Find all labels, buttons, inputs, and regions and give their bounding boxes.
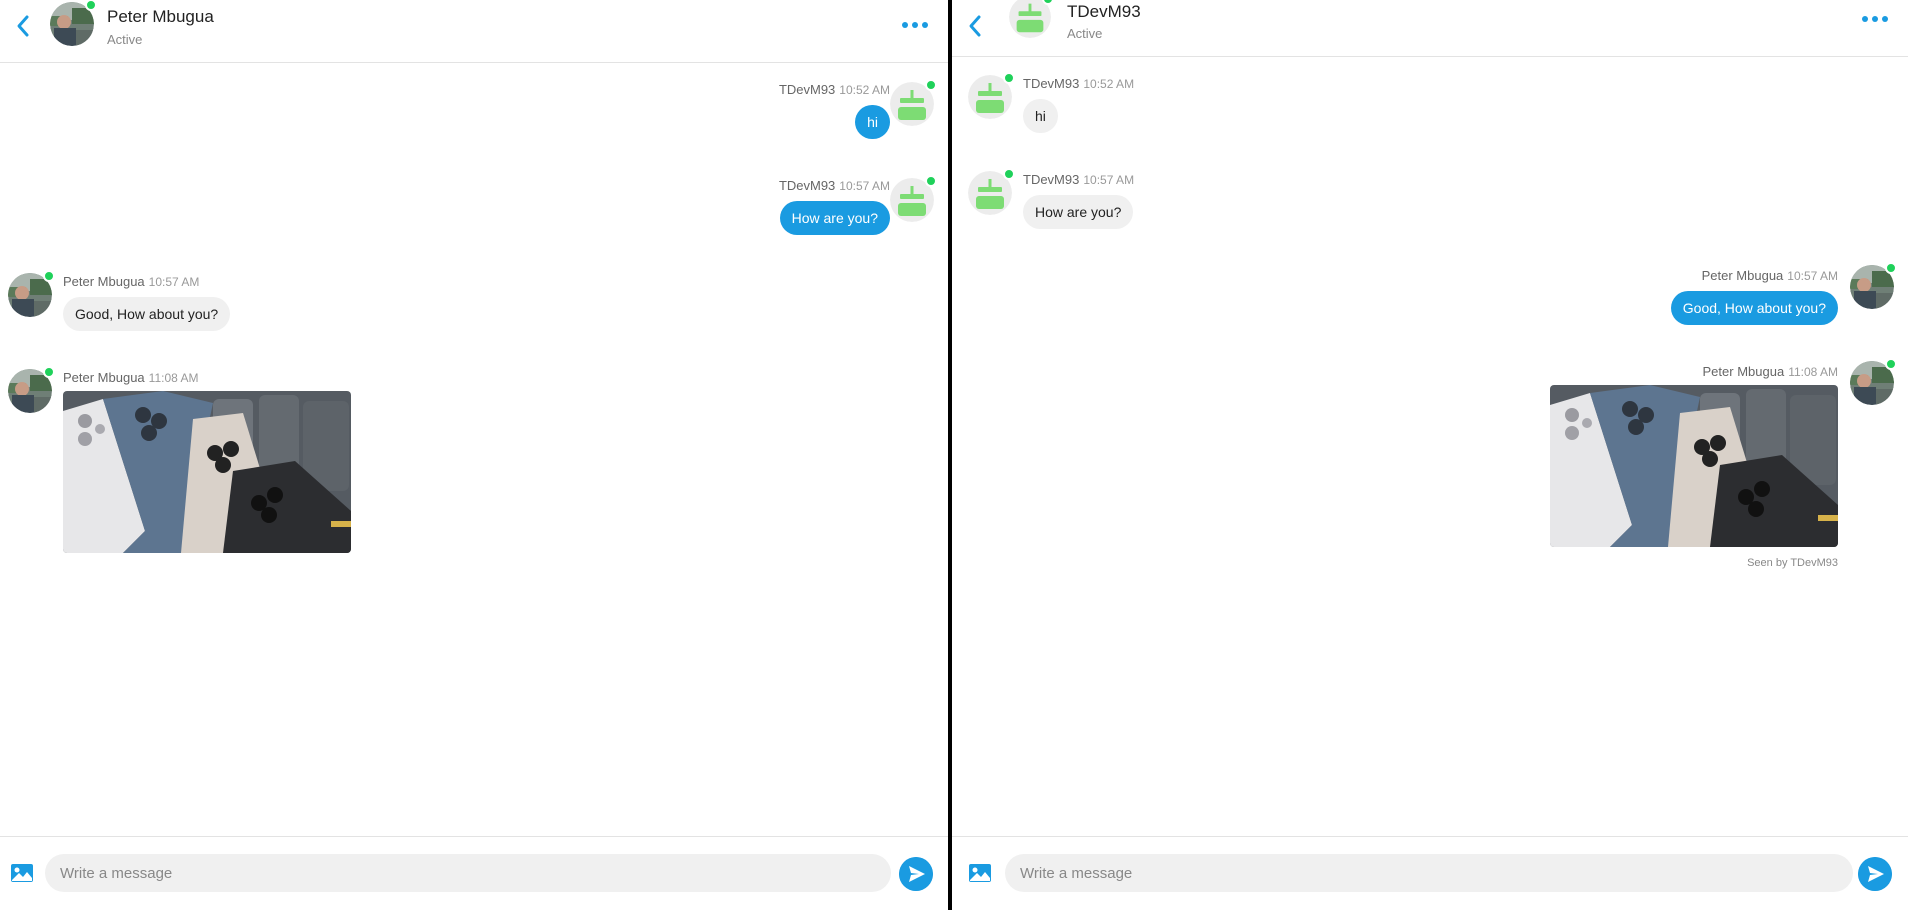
message: TDevM93 10:52 AM hi (779, 82, 890, 139)
message-time: 10:57 AM (839, 179, 890, 193)
message-bubble[interactable]: Good, How about you? (1670, 291, 1838, 325)
online-indicator (43, 270, 55, 282)
avatar[interactable] (1009, 0, 1054, 38)
message-meta: TDevM93 10:57 AM (779, 178, 890, 193)
message-meta: TDevM93 10:52 AM (779, 82, 890, 97)
online-indicator (43, 366, 55, 378)
chat-header: Peter Mbugua Active (0, 0, 948, 63)
online-indicator (1003, 72, 1015, 84)
message-meta: Peter Mbugua 10:57 AM (1671, 268, 1838, 283)
avatar[interactable] (1850, 262, 1897, 309)
photo-attachment[interactable] (1550, 385, 1838, 547)
chat-pane-left: Peter Mbugua Active TDevM93 10:52 AM hi T… (0, 0, 948, 910)
avatar[interactable] (8, 366, 55, 413)
robot-avatar-icon (1009, 0, 1051, 38)
contact-name: TDevM93 (1067, 2, 1141, 21)
message-time: 11:08 AM (148, 371, 199, 385)
message-meta: Peter Mbugua 10:57 AM (63, 274, 230, 289)
message-sender: Peter Mbugua (1702, 364, 1785, 379)
message: Peter Mbugua 10:57 AM Good, How about you… (1670, 268, 1838, 325)
contact-status: Active (107, 32, 143, 47)
message-bubble[interactable]: Good, How about you? (63, 297, 231, 331)
image-upload-icon[interactable] (10, 862, 34, 884)
contact-status: Active (1067, 26, 1103, 41)
message-composer (952, 836, 1908, 910)
back-arrow-icon[interactable] (14, 14, 32, 38)
more-dots-icon[interactable] (900, 18, 930, 32)
avatar[interactable] (890, 175, 937, 222)
photo-attachment[interactable] (63, 391, 351, 553)
message-composer (0, 836, 948, 910)
message-sender: Peter Mbugua (63, 274, 145, 289)
message-meta: Peter Mbugua 11:08 AM (63, 370, 351, 385)
avatar[interactable] (968, 168, 1015, 215)
message-sender: TDevM93 (1023, 172, 1080, 187)
message: TDevM93 10:52 AM hi (1023, 76, 1134, 133)
online-indicator (1885, 262, 1897, 274)
message: TDevM93 10:57 AM How are you? (1023, 172, 1134, 229)
send-icon[interactable] (1858, 857, 1892, 891)
message-input[interactable] (1005, 854, 1853, 892)
online-indicator (925, 175, 937, 187)
message-time: 10:57 AM (148, 275, 200, 289)
online-indicator (85, 0, 97, 11)
chat-header: TDevM93 Active (952, 0, 1908, 57)
send-icon[interactable] (899, 857, 933, 891)
message-sender: Peter Mbugua (1701, 268, 1784, 283)
message-time: 10:52 AM (839, 83, 890, 97)
message-sender: Peter Mbugua (63, 370, 145, 385)
message-time: 10:57 AM (1787, 269, 1838, 283)
online-indicator (1003, 168, 1015, 180)
message: Peter Mbugua 11:08 AM Seen by TDevM93 (1550, 364, 1838, 569)
online-indicator (1885, 358, 1897, 370)
more-dots-icon[interactable] (1860, 12, 1890, 26)
seen-receipt: Seen by TDevM93 (1747, 557, 1838, 569)
back-arrow-icon[interactable] (966, 14, 984, 38)
message-bubble[interactable]: How are you? (779, 201, 890, 235)
avatar[interactable] (50, 0, 97, 46)
message-input[interactable] (45, 854, 891, 892)
message-time: 11:08 AM (1788, 365, 1838, 379)
avatar[interactable] (890, 79, 937, 126)
message-meta: TDevM93 10:52 AM (1023, 76, 1134, 91)
message-meta: Peter Mbugua 11:08 AM (1550, 364, 1838, 379)
message: TDevM93 10:57 AM How are you? (779, 178, 890, 235)
message-sender: TDevM93 (778, 82, 836, 97)
avatar[interactable] (968, 72, 1015, 119)
message-meta: TDevM93 10:57 AM (1023, 172, 1134, 187)
chat-pane-right: TDevM93 Active TDevM93 10:52 AM hi TDevM9… (952, 0, 1908, 910)
image-upload-icon[interactable] (968, 862, 992, 884)
contact-name: Peter Mbugua (107, 7, 214, 26)
message-bubble[interactable]: How are you? (1023, 195, 1134, 229)
online-indicator (925, 79, 937, 91)
message-time: 10:57 AM (1083, 173, 1135, 187)
avatar[interactable] (8, 270, 55, 317)
message: Peter Mbugua 11:08 AM (63, 370, 351, 553)
message-bubble[interactable]: hi (855, 105, 890, 139)
message-bubble[interactable]: hi (1023, 99, 1058, 133)
message-time: 10:52 AM (1083, 77, 1135, 91)
avatar[interactable] (1850, 358, 1897, 405)
message-sender: TDevM93 (1023, 76, 1080, 91)
message-sender: TDevM93 (778, 178, 836, 193)
message: Peter Mbugua 10:57 AM Good, How about you… (63, 274, 231, 331)
